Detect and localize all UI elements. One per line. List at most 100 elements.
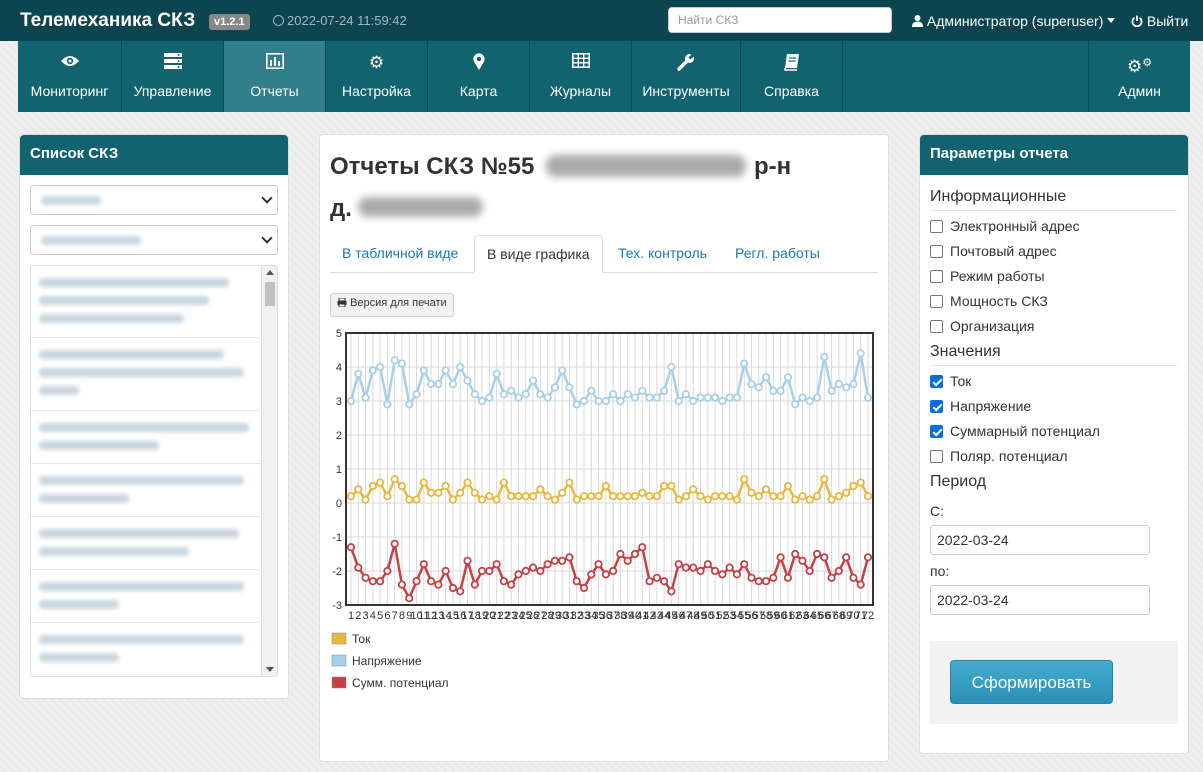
district-select[interactable] xyxy=(30,185,278,215)
data-point xyxy=(521,492,530,501)
section-period-title: Период xyxy=(930,473,987,490)
list-item[interactable] xyxy=(31,623,261,676)
scroll-thumb[interactable] xyxy=(265,282,275,306)
data-point xyxy=(390,475,399,484)
data-point xyxy=(842,383,851,392)
checkbox-email[interactable]: Электронный адрес xyxy=(930,218,1080,234)
data-point xyxy=(805,566,814,576)
skz-list[interactable] xyxy=(30,265,278,677)
data-point xyxy=(492,495,501,504)
nav-admin[interactable]: ⚙⚙ Админ xyxy=(1088,41,1190,112)
list-item[interactable] xyxy=(31,338,261,411)
data-point xyxy=(361,495,370,504)
nav-map[interactable]: Карта xyxy=(428,41,530,112)
user-menu[interactable]: Администратор (superuser) xyxy=(912,13,1116,29)
data-point xyxy=(397,580,407,589)
data-point xyxy=(354,485,363,494)
checkbox-power[interactable]: Мощность СКЗ xyxy=(930,293,1048,309)
list-item[interactable] xyxy=(31,464,261,517)
print-label: Версия для печати xyxy=(350,297,447,309)
data-point xyxy=(477,396,487,406)
checkbox[interactable] xyxy=(930,400,943,413)
data-point xyxy=(827,495,836,504)
tab-table-view[interactable]: В табличной виде xyxy=(330,235,470,273)
panel-footer: Сформировать xyxy=(930,641,1178,724)
checkbox[interactable] xyxy=(930,450,943,463)
nav-help[interactable]: Справка xyxy=(741,41,843,112)
checkbox-mode[interactable]: Режим работы xyxy=(930,268,1045,284)
data-point xyxy=(761,373,771,382)
region-select[interactable] xyxy=(30,225,278,255)
data-point xyxy=(674,495,683,504)
date-to-input[interactable]: 2022-03-24 xyxy=(930,585,1150,615)
generate-report-button[interactable]: Сформировать xyxy=(950,660,1113,704)
checkbox[interactable] xyxy=(930,270,943,283)
checkbox[interactable] xyxy=(930,295,943,308)
tab-tech-control[interactable]: Тех. контроль xyxy=(606,235,719,273)
checkbox[interactable] xyxy=(930,320,943,333)
data-point xyxy=(740,560,749,569)
checkbox[interactable] xyxy=(930,220,943,233)
y-tick-label: -1 xyxy=(332,532,342,544)
y-tick-label: 0 xyxy=(336,498,342,510)
data-point xyxy=(747,488,756,497)
checkbox-voltage[interactable]: Напряжение xyxy=(930,398,1031,414)
scroll-down-icon[interactable] xyxy=(266,667,274,672)
logout-link[interactable]: Выйти xyxy=(1131,13,1188,29)
data-point xyxy=(660,386,669,395)
list-item[interactable] xyxy=(31,411,261,464)
checkbox-organization[interactable]: Организация xyxy=(930,318,1034,334)
data-point xyxy=(448,379,458,389)
data-point xyxy=(820,352,829,361)
nav-reports[interactable]: Отчеты xyxy=(224,41,326,112)
data-point xyxy=(667,587,676,596)
checkbox-current[interactable]: Ток xyxy=(930,373,971,389)
data-point xyxy=(725,492,734,501)
data-point xyxy=(354,369,363,378)
y-tick-label: 4 xyxy=(336,362,342,374)
scroll-up-icon[interactable] xyxy=(266,270,274,275)
data-point xyxy=(842,488,851,497)
nav-management[interactable]: Управление xyxy=(122,41,224,112)
checkbox[interactable] xyxy=(930,375,943,388)
data-point xyxy=(812,393,822,402)
data-point xyxy=(376,577,385,586)
clock-icon xyxy=(273,15,284,26)
report-tabs: В табличной виде В виде графика Тех. кон… xyxy=(330,235,878,273)
nav-journals[interactable]: Журналы xyxy=(530,41,632,112)
data-point xyxy=(703,495,712,504)
data-point xyxy=(696,566,705,576)
search-input[interactable] xyxy=(668,7,892,33)
checkbox[interactable] xyxy=(930,425,943,438)
list-item[interactable] xyxy=(31,266,261,338)
server-datetime: 2022-07-24 11:59:42 xyxy=(273,13,407,28)
app-title[interactable]: Телемеханика СКЗ xyxy=(20,10,195,32)
print-version-button[interactable]: Версия для печати xyxy=(330,293,454,317)
data-point xyxy=(842,553,851,562)
list-scrollbar[interactable] xyxy=(261,266,277,676)
data-point xyxy=(405,400,414,409)
checkbox[interactable] xyxy=(930,245,943,258)
data-point xyxy=(740,475,749,484)
nav-tools[interactable]: Инструменты xyxy=(632,41,741,112)
bar-chart-icon xyxy=(224,53,325,73)
datetime-text: 2022-07-24 11:59:42 xyxy=(287,13,407,28)
checkbox-total-potential[interactable]: Суммарный потенциал xyxy=(930,423,1100,439)
tab-maintenance[interactable]: Регл. работы xyxy=(723,235,832,273)
map-marker-icon xyxy=(428,53,529,73)
checkbox-postal[interactable]: Почтовый адрес xyxy=(930,243,1057,259)
list-item[interactable] xyxy=(31,570,261,623)
checkbox-polar-potential[interactable]: Поляр. потенциал xyxy=(930,448,1067,464)
data-point xyxy=(477,495,487,504)
nav-monitoring[interactable]: Мониторинг xyxy=(18,41,122,112)
nav-settings[interactable]: ⚙ Настройка xyxy=(326,41,428,112)
list-item[interactable] xyxy=(31,517,261,570)
data-point xyxy=(638,386,647,395)
nav-label: Настройка xyxy=(342,83,411,99)
data-point xyxy=(572,495,581,504)
report-title-line2: д. xyxy=(330,195,352,222)
legend-label: Напряжение xyxy=(352,654,422,668)
data-point xyxy=(528,376,538,385)
date-from-input[interactable]: 2022-03-24 xyxy=(930,525,1150,555)
tab-chart-view[interactable]: В виде графика xyxy=(474,235,603,273)
